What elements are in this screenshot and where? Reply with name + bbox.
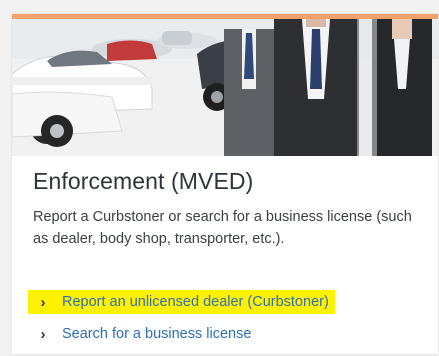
- card-title: Enforcement (MVED): [33, 168, 254, 194]
- link-label[interactable]: Report an unlicensed dealer (Curbstoner): [62, 294, 329, 310]
- link-label[interactable]: Search for a business license: [62, 326, 251, 342]
- report-unlicensed-dealer-link[interactable]: › Report an unlicensed dealer (Curbstone…: [28, 290, 335, 314]
- enforcement-card: Enforcement (MVED) Report a Curbstoner o…: [12, 14, 438, 354]
- card-description: Report a Curbstoner or search for a busi…: [33, 209, 412, 247]
- chevron-right-icon: ›: [40, 325, 46, 343]
- car-dealership-photo: [12, 19, 438, 156]
- chevron-right-icon: ›: [40, 293, 46, 311]
- hero-image: [12, 19, 438, 156]
- search-business-license-link[interactable]: › Search for a business license: [28, 322, 252, 346]
